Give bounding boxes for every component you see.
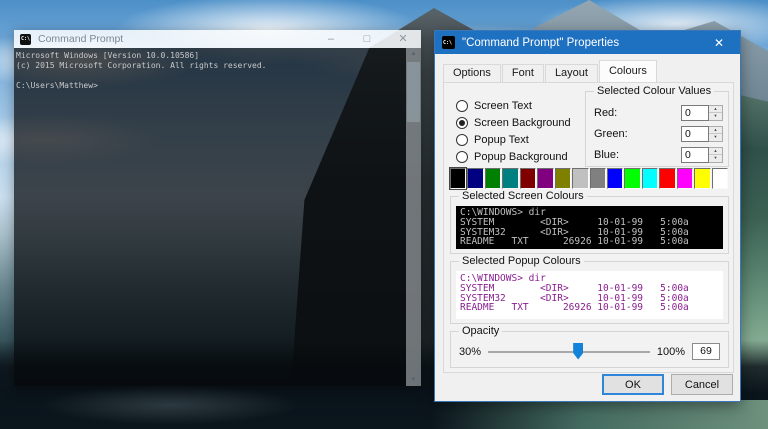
cmd-scrollbar[interactable]: ▲ ▼ [406, 48, 421, 386]
command-prompt-window: C:\ Command Prompt – □ ✕ Microsoft Windo… [14, 30, 421, 386]
opacity-group: Opacity 30% 100% 69 [450, 325, 729, 368]
cmd-icon: C:\ [20, 33, 31, 45]
colour-swatch[interactable] [519, 168, 537, 189]
colour-value-row: Green: 0 ▲ ▼ [594, 123, 723, 144]
cmd-console[interactable]: Microsoft Windows [Version 10.0.10586] (… [14, 48, 421, 386]
group-legend: Selected Popup Colours [459, 255, 584, 267]
opacity-max-label: 100% [656, 345, 685, 358]
cmd-window-title: Command Prompt [38, 33, 124, 45]
scroll-up-icon[interactable]: ▲ [406, 51, 421, 57]
colour-value-row: Blue: 0 ▲ ▼ [594, 144, 723, 165]
close-button[interactable]: ✕ [385, 30, 421, 48]
radio-label: Screen Background [474, 116, 571, 129]
spinner-up-icon[interactable]: ▲ [709, 106, 722, 113]
opacity-min-label: 30% [459, 345, 482, 358]
group-legend: Opacity [459, 325, 503, 337]
colour-swatch[interactable] [624, 168, 641, 189]
colour-swatch[interactable] [572, 168, 589, 189]
wallpaper-water-teal [430, 400, 768, 429]
popup-colours-preview: C:\WINDOWS> dir SYSTEM <DIR> 10-01-99 5:… [456, 271, 723, 319]
minimize-button[interactable]: – [313, 30, 349, 48]
spinner-down-icon[interactable]: ▼ [709, 134, 722, 141]
dialog-title: "Command Prompt" Properties [462, 36, 620, 49]
colour-target-radios: Screen Text Screen Background Popup Text Po… [456, 97, 571, 165]
spinner-up-icon[interactable]: ▲ [709, 127, 722, 134]
scrollbar-thumb[interactable] [407, 62, 420, 122]
group-legend: Selected Colour Values [594, 85, 715, 97]
radio-icon [456, 133, 468, 146]
radio-screen-background[interactable]: Screen Background [456, 114, 571, 131]
spinner-down-icon[interactable]: ▼ [709, 155, 722, 162]
ok-button[interactable]: OK [602, 374, 664, 395]
radio-label: Popup Background [474, 150, 568, 163]
opacity-value-field[interactable]: 69 [692, 343, 720, 360]
dialog-close-button[interactable]: ✕ [698, 31, 740, 54]
colour-swatch[interactable] [537, 168, 554, 189]
radio-popup-background[interactable]: Popup Background [456, 148, 571, 165]
desktop: C:\ Command Prompt – □ ✕ Microsoft Windo… [0, 0, 768, 429]
green-label: Green: [594, 127, 628, 140]
maximize-button[interactable]: □ [349, 30, 385, 48]
tab-colours[interactable]: Colours [598, 60, 657, 82]
colour-swatch[interactable] [467, 168, 484, 189]
colour-swatch[interactable] [694, 168, 711, 189]
console-output: Microsoft Windows [Version 10.0.10586] (… [16, 51, 267, 90]
colour-swatch[interactable] [641, 168, 659, 189]
selected-screen-colours-group: Selected Screen Colours C:\WINDOWS> dir … [450, 190, 729, 254]
tab-strip: Options Font Layout Colours [443, 60, 658, 82]
tab-font[interactable]: Font [501, 64, 544, 82]
colour-value-rows: Red: 0 ▲ ▼ Green: 0 ▲ ▼ Blue: 0 ▲ ▼ [594, 102, 723, 165]
scroll-down-icon[interactable]: ▼ [406, 377, 421, 383]
colour-swatch[interactable] [676, 168, 694, 189]
radio-icon [456, 99, 468, 112]
radio-popup-text[interactable]: Popup Text [456, 131, 571, 148]
colour-swatch[interactable] [484, 168, 502, 189]
colour-swatch[interactable] [606, 168, 624, 189]
radio-icon [456, 116, 468, 129]
opacity-slider-thumb[interactable] [573, 342, 584, 360]
tab-options[interactable]: Options [443, 64, 501, 82]
dialog-titlebar[interactable]: C:\ "Command Prompt" Properties ✕ [435, 31, 740, 54]
radio-label: Screen Text [474, 99, 532, 112]
blue-label: Blue: [594, 148, 620, 161]
red-label: Red: [594, 106, 618, 119]
group-legend: Selected Screen Colours [459, 190, 587, 202]
red-value-input[interactable]: 0 [681, 104, 709, 121]
selected-popup-colours-group: Selected Popup Colours C:\WINDOWS> dir S… [450, 255, 729, 324]
radio-icon [456, 150, 468, 163]
cmd-icon: C:\ [442, 36, 455, 49]
colour-swatch[interactable] [589, 168, 606, 189]
cancel-button[interactable]: Cancel [671, 374, 733, 395]
spinner-up-icon[interactable]: ▲ [709, 148, 722, 155]
green-value-input[interactable]: 0 [681, 125, 709, 142]
colour-swatch[interactable] [711, 168, 728, 189]
cmd-icon-glyph: C:\ [443, 39, 453, 46]
colour-swatch[interactable] [502, 168, 519, 189]
radio-screen-text[interactable]: Screen Text [456, 97, 571, 114]
colour-swatch[interactable] [659, 168, 676, 189]
opacity-slider[interactable] [488, 342, 650, 360]
cmd-icon-glyph: C:\ [21, 36, 31, 42]
colour-palette [450, 168, 728, 189]
blue-value-input[interactable]: 0 [681, 146, 709, 163]
colour-swatch[interactable] [450, 168, 467, 189]
selected-colour-values-group: Selected Colour Values Red: 0 ▲ ▼ Green: 0 ▲ ▼ B… [585, 85, 729, 167]
colour-value-row: Red: 0 ▲ ▼ [594, 102, 723, 123]
radio-label: Popup Text [474, 133, 529, 146]
properties-dialog: C:\ "Command Prompt" Properties ✕ Option… [434, 30, 741, 402]
cmd-titlebar[interactable]: C:\ Command Prompt – □ ✕ [14, 30, 421, 48]
screen-colours-preview: C:\WINDOWS> dir SYSTEM <DIR> 10-01-99 5:… [456, 206, 723, 249]
tab-layout[interactable]: Layout [544, 64, 598, 82]
dialog-buttons: OK Cancel [602, 374, 733, 395]
colours-tab-panel: Screen Text Screen Background Popup Text Po… [443, 82, 734, 373]
spinner-down-icon[interactable]: ▼ [709, 113, 722, 120]
opacity-row: 30% 100% 69 [459, 342, 720, 360]
colour-swatch[interactable] [554, 168, 572, 189]
